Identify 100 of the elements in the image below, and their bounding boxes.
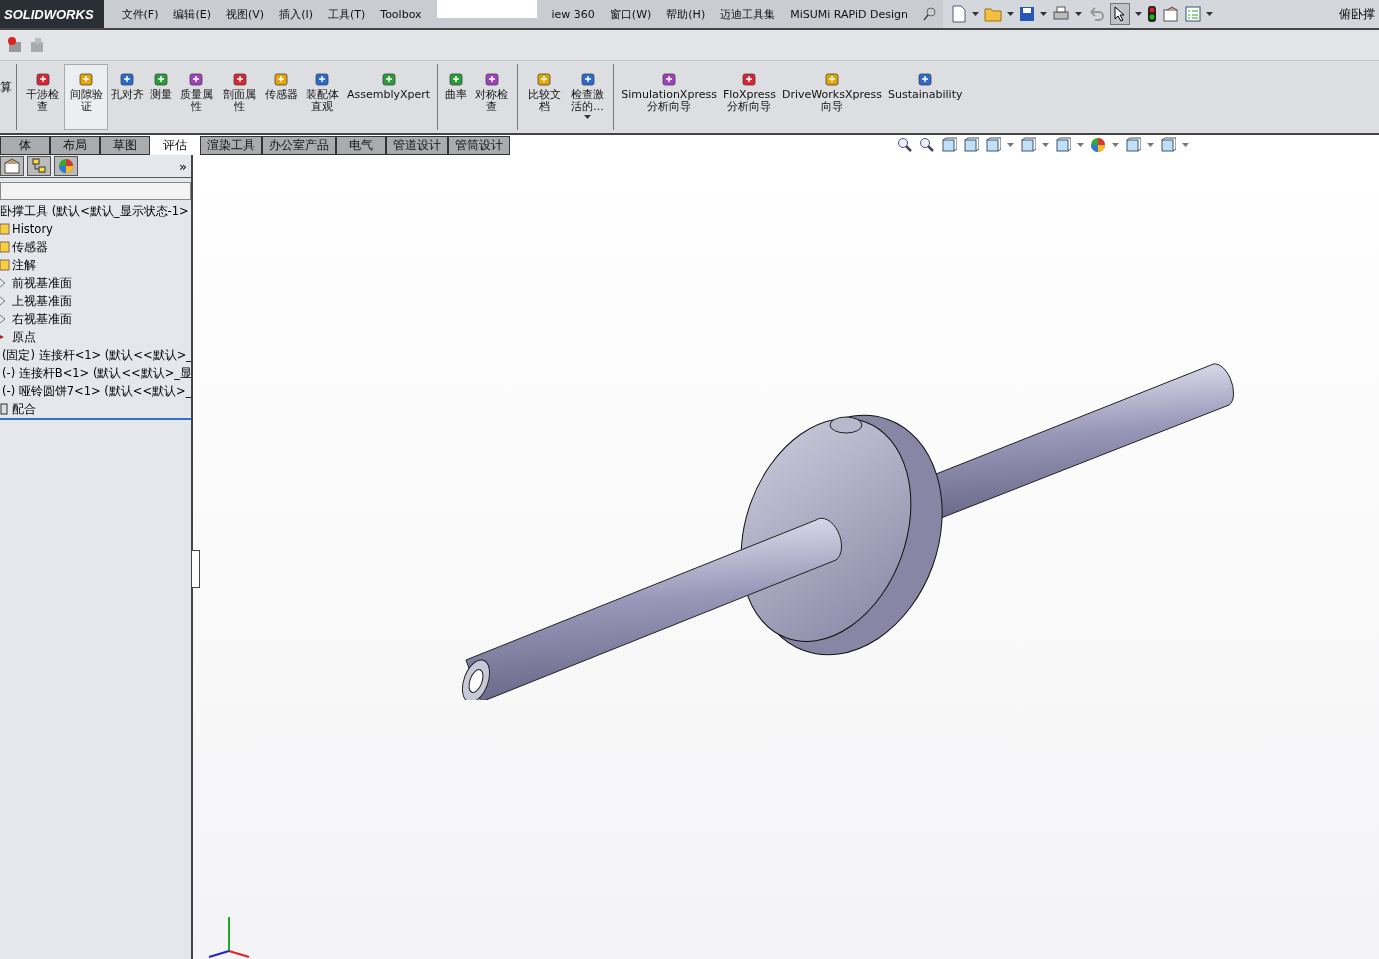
tree-label: 配合 <box>12 401 36 417</box>
filter-field[interactable] <box>0 182 191 200</box>
tree-label: 原点 <box>12 329 36 345</box>
ribbon-button[interactable]: 测量 <box>146 64 175 130</box>
tool-icon <box>483 71 500 87</box>
ribbon-button[interactable]: DriveWorksXpress 向导 <box>779 64 885 130</box>
caret-icon[interactable] <box>1039 12 1047 16</box>
traffic-light-icon[interactable] <box>1146 5 1157 23</box>
ribbon-button[interactable]: 孔对齐 <box>107 64 147 130</box>
folder-icon <box>0 223 10 235</box>
new-document-icon[interactable] <box>950 5 967 23</box>
tree-item[interactable]: 原点 <box>0 328 191 346</box>
appearance-icon[interactable] <box>54 156 78 176</box>
appearance-icon[interactable] <box>1090 137 1106 153</box>
tool-icon <box>152 71 169 87</box>
menu-item[interactable]: MiSUMi RAPiD Design <box>790 7 908 21</box>
tool-icon <box>380 71 397 87</box>
tree-item[interactable]: History <box>0 220 191 238</box>
ribbon-tab[interactable]: 体 <box>0 136 50 155</box>
tool-icon <box>273 71 290 87</box>
ribbon-tab[interactable]: 管筒设计 <box>448 136 510 155</box>
ribbon-tab[interactable]: 办公室产品 <box>262 136 336 155</box>
tree-item[interactable]: 卧撑工具 (默认<默认_显示状态-1> <box>0 202 191 220</box>
ribbon-button[interactable]: 曲率 <box>442 64 471 130</box>
configuration-icon[interactable] <box>27 156 51 176</box>
pin-icon[interactable] <box>922 7 937 21</box>
expand-button[interactable]: » <box>179 158 191 174</box>
printer-icon[interactable] <box>1051 6 1070 22</box>
menu-item[interactable]: Toolbox <box>380 7 422 21</box>
ribbon-button[interactable]: 间隙验证 <box>64 64 108 130</box>
ribbon-button[interactable]: 质量属性 <box>174 64 219 130</box>
zoom-area-icon[interactable] <box>919 137 935 153</box>
view-orientation-icon[interactable] <box>985 137 1001 153</box>
mates-icon <box>0 403 10 415</box>
tool-icon <box>448 71 465 87</box>
ribbon-button[interactable]: 传感器 <box>261 64 301 130</box>
ribbon-button[interactable]: 对称检查 <box>470 64 514 130</box>
feature-manager-icon[interactable] <box>0 156 24 176</box>
ribbon-tab[interactable]: 布局 <box>50 136 100 155</box>
menu-item[interactable]: 插入(I) <box>279 6 313 22</box>
tool-icon <box>78 71 95 87</box>
caret-icon[interactable] <box>1147 143 1154 147</box>
caret-icon[interactable] <box>1007 143 1014 147</box>
tree-item[interactable]: 注解 <box>0 256 191 274</box>
ribbon-tab[interactable]: 渲染工具 <box>200 136 262 155</box>
tree-label: 注解 <box>12 257 36 273</box>
app-logo: SOLIDWORKS <box>0 0 104 28</box>
caret-icon[interactable] <box>971 12 979 16</box>
tree-item[interactable]: 右视基准面 <box>0 310 191 328</box>
tree-item[interactable]: 传感器 <box>0 238 191 256</box>
cube-icon[interactable] <box>1020 137 1036 153</box>
caret-icon[interactable] <box>1074 12 1082 16</box>
select-button[interactable] <box>1109 3 1130 25</box>
folder-icon <box>0 259 10 271</box>
tree-item[interactable]: 上视基准面 <box>0 292 191 310</box>
ribbon-button[interactable]: AssemblyXpert <box>343 64 434 130</box>
tree-item[interactable]: (-) 连接杆B<1> (默认<<默认>_显 <box>0 364 191 382</box>
tree-label: 上视基准面 <box>12 293 72 309</box>
ribbon-label: 算 <box>0 78 12 96</box>
ribbon-tab[interactable]: 管道设计 <box>386 136 448 155</box>
ribbon-tab[interactable]: 草图 <box>100 136 150 155</box>
tree-item[interactable]: 配合 <box>0 400 191 420</box>
caret-icon[interactable] <box>1042 143 1049 147</box>
menu-item[interactable]: 窗口(W) <box>609 6 652 22</box>
caret-icon[interactable] <box>1077 143 1084 147</box>
menu-item[interactable]: 帮助(H) <box>666 6 706 22</box>
ribbon-button[interactable]: 干涉检查 <box>21 64 65 130</box>
ribbon-button[interactable]: FloXpress 分析向导 <box>719 64 780 130</box>
ribbon-button[interactable]: Sustainability <box>885 64 966 130</box>
menu-item[interactable]: iew 360 <box>551 7 595 21</box>
caret-icon[interactable] <box>1134 12 1142 16</box>
document-title: 俯卧撑 <box>1339 5 1376 23</box>
collapse-handle[interactable] <box>191 550 200 588</box>
caret-icon[interactable] <box>1182 143 1189 147</box>
ribbon-button[interactable]: SimulationXpress 分析向导 <box>618 64 720 130</box>
tree-label: 传感器 <box>12 239 48 255</box>
zoom-icon[interactable] <box>897 137 913 153</box>
tree-item[interactable]: 前视基准面 <box>0 274 191 292</box>
ribbon-button[interactable]: 比较文档 <box>522 64 566 130</box>
menu-item[interactable]: 编辑(E) <box>173 6 212 22</box>
menu-item[interactable]: 视图(V) <box>226 6 265 22</box>
caret-icon[interactable] <box>1205 12 1213 16</box>
tree-label: History <box>12 222 53 236</box>
ribbon-button[interactable]: 剖面属性 <box>218 64 262 130</box>
menu-item[interactable]: 文件(F) <box>121 6 159 22</box>
ribbon-tab[interactable]: 电气 <box>336 136 386 155</box>
tool-icon <box>824 71 840 87</box>
options-icon[interactable] <box>1161 6 1180 22</box>
menu-item[interactable]: 工具(T) <box>327 6 366 22</box>
checklist-icon[interactable] <box>1184 6 1201 22</box>
caret-icon[interactable] <box>1006 12 1014 16</box>
caret-icon[interactable] <box>1112 143 1119 147</box>
tree-label: 前视基准面 <box>12 275 72 291</box>
save-icon[interactable] <box>1018 6 1035 22</box>
tree-item[interactable]: (-) 哑铃圆饼7<1> (默认<<默认>_ <box>0 382 191 400</box>
ribbon-button[interactable]: 检查激活的... <box>565 64 610 130</box>
ribbon-button[interactable]: 装配体直观 <box>300 64 344 130</box>
folder-icon <box>0 241 10 253</box>
tool-icon <box>34 71 51 87</box>
menu-item[interactable]: 迈迪工具集 <box>720 6 776 22</box>
